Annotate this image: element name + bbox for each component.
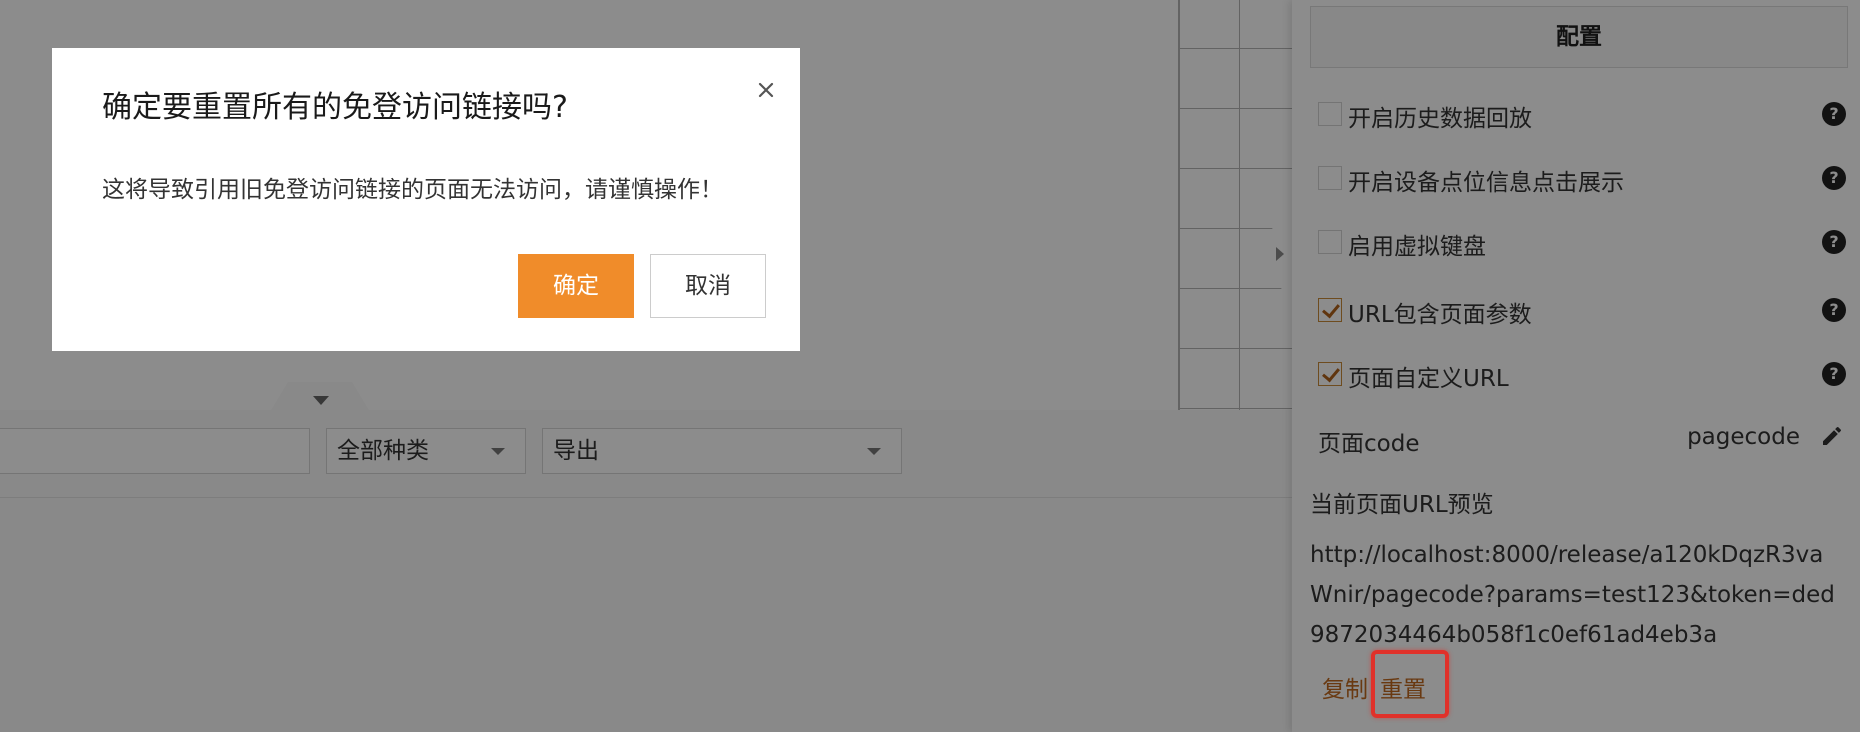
cancel-button[interactable]: 取消 — [650, 254, 766, 318]
close-icon[interactable] — [754, 78, 778, 102]
confirm-dialog: 确定要重置所有的免登访问链接吗? 这将导致引用旧免登访问链接的页面无法访问，请谨… — [52, 48, 800, 351]
dialog-title: 确定要重置所有的免登访问链接吗? — [102, 90, 568, 125]
reset-link-highlight — [1371, 650, 1449, 718]
app-stage: 全部种类 导出 配置 开启历史数据回放 ? 开启设备点位信息点击展示 ? 启用虚… — [0, 0, 1860, 732]
confirm-button[interactable]: 确定 — [518, 254, 634, 318]
dialog-message: 这将导致引用旧免登访问链接的页面无法访问，请谨慎操作！ — [102, 177, 723, 203]
